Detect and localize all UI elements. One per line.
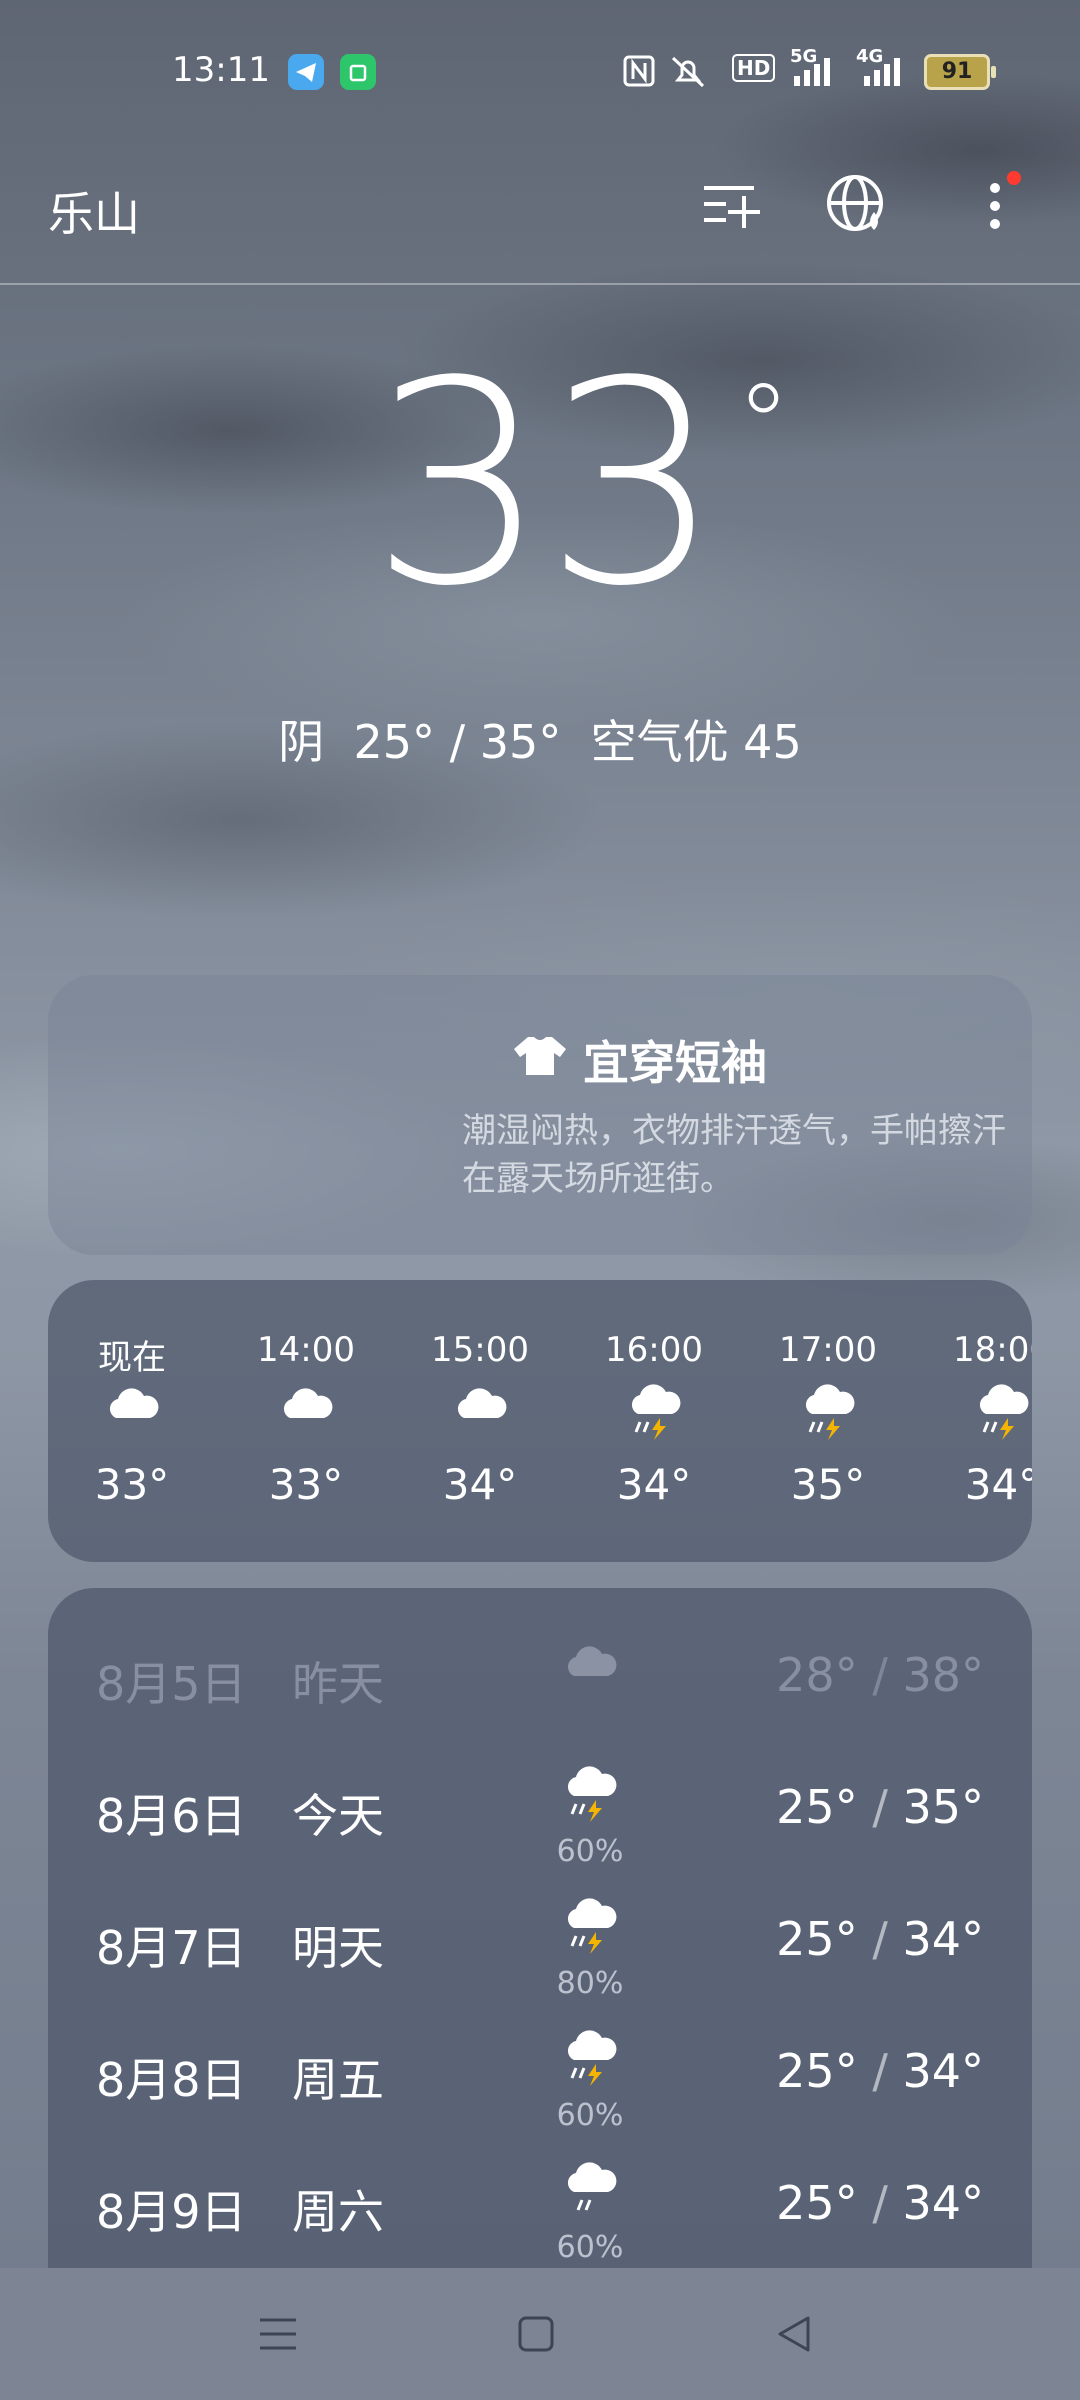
daily-temp-range: 25° / 34° <box>776 1912 984 1966</box>
daily-weekday: 周五 <box>292 2053 384 2107</box>
clothing-text-line1: 潮湿闷热，衣物排汗透气，手帕擦汗 <box>462 1111 1006 1151</box>
hourly-forecast[interactable]: 现在 33° 14:00 33° 15:00 34° 16:00 34° 17:… <box>48 1280 1032 1562</box>
hourly-temp: 33° <box>94 1460 170 1509</box>
thunderstorm-icon <box>567 1766 617 1822</box>
hourly-temp: 34° <box>964 1460 1032 1509</box>
cloud-icon <box>109 1388 159 1418</box>
clothing-card[interactable]: 宜穿短袖 潮湿闷热，衣物排汗透气，手帕擦汗 在露天场所逛街。 <box>48 975 1032 1255</box>
status-time: 13:11 <box>172 50 270 90</box>
rain-icon <box>567 2162 617 2211</box>
daily-low: 28° <box>776 1648 858 1702</box>
daily-temp-range: 25° / 35° <box>776 1780 984 1834</box>
daily-precip: 80% <box>556 1966 624 2001</box>
daily-date: 8月6日 <box>96 1789 247 1843</box>
daily-temp-range: 28° / 38° <box>776 1648 984 1702</box>
tshirt-icon <box>514 1037 566 1075</box>
hourly-temp: 34° <box>442 1460 518 1509</box>
signal-icon <box>794 58 830 86</box>
menu-icon[interactable] <box>256 2312 300 2356</box>
daily-row[interactable]: 8月9日 周六 60% 25° / 34° <box>48 2136 1032 2268</box>
hourly-temp: 34° <box>616 1460 692 1509</box>
cloud-icon <box>567 1646 617 1676</box>
nfc-icon <box>623 55 655 87</box>
mute-icon <box>671 56 705 88</box>
hourly-time: 17:00 <box>779 1330 877 1370</box>
daily-forecast[interactable]: 8月5日 昨天 28° / 38° 8月6日 今天 60% 25° / 35° … <box>48 1588 1032 2288</box>
daily-high: 34° <box>902 2176 984 2230</box>
daily-row[interactable]: 8月8日 周五 60% 25° / 34° <box>48 2004 1032 2136</box>
daily-precip: 60% <box>556 2098 624 2133</box>
daily-high: 35° <box>902 1780 984 1834</box>
weather-summary[interactable]: 阴 25° / 35° 空气优 45 <box>0 706 1080 772</box>
battery-indicator: 91 <box>924 54 996 90</box>
daily-high: 34° <box>902 2044 984 2098</box>
daily-high: 38° <box>902 1648 984 1702</box>
hourly-time: 16:00 <box>605 1330 703 1370</box>
cloud-icon <box>283 1388 333 1418</box>
daily-precip: 60% <box>556 1834 624 1869</box>
daily-low: 25° <box>776 2044 858 2098</box>
daily-temp-range: 25° / 34° <box>776 2176 984 2230</box>
clothing-title: 宜穿短袖 <box>583 1036 767 1090</box>
back-icon[interactable] <box>772 2312 816 2356</box>
daily-row[interactable]: 8月6日 今天 60% 25° / 35° <box>48 1740 1032 1872</box>
daily-temp-range: 25° / 34° <box>776 2044 984 2098</box>
daily-date: 8月8日 <box>96 2053 247 2107</box>
daily-precip: 60% <box>556 2230 624 2265</box>
daily-row[interactable]: 8月5日 昨天 28° / 38° <box>48 1608 1032 1740</box>
more-options-icon[interactable] <box>960 170 1030 240</box>
hourly-temp: 33° <box>268 1460 344 1509</box>
daily-low: 25° <box>776 2176 858 2230</box>
header-divider <box>0 283 1080 285</box>
daily-high: 34° <box>902 1912 984 1966</box>
city-manage-icon[interactable] <box>696 170 766 240</box>
degree-symbol: ° <box>736 360 791 488</box>
thunderstorm-icon <box>567 2030 617 2086</box>
daily-date: 8月9日 <box>96 2185 247 2239</box>
status-bar: 13:11 HD 5G 4G 91 <box>0 40 1080 104</box>
clothing-text-line2: 在露天场所逛街。 <box>462 1159 734 1199</box>
signal-icon-2 <box>864 58 900 86</box>
hourly-time: 14:00 <box>257 1330 355 1370</box>
thunderstorm-icon <box>979 1384 1029 1440</box>
city-name[interactable]: 乐山 <box>48 178 140 244</box>
hd-indicator: HD <box>732 54 776 82</box>
hourly-time: 15:00 <box>431 1330 529 1370</box>
top-bar: 乐山 <box>0 170 1080 280</box>
daily-date: 8月5日 <box>96 1657 247 1711</box>
daily-low: 25° <box>776 1780 858 1834</box>
daily-weekday: 明天 <box>292 1921 384 1975</box>
daily-date: 8月7日 <box>96 1921 247 1975</box>
hourly-temp: 35° <box>790 1460 866 1509</box>
home-icon[interactable] <box>514 2312 558 2356</box>
hourly-time: 18:00 <box>953 1330 1032 1370</box>
app-notification-icon <box>340 54 376 90</box>
current-temperature: 33 <box>370 322 722 648</box>
thunderstorm-icon <box>631 1384 681 1440</box>
global-weather-icon[interactable] <box>822 170 892 240</box>
thunderstorm-icon <box>805 1384 855 1440</box>
daily-weekday: 昨天 <box>292 1657 384 1711</box>
telegram-icon <box>288 54 324 90</box>
daily-weekday: 周六 <box>292 2185 384 2239</box>
daily-low: 25° <box>776 1912 858 1966</box>
clothing-description: 潮湿闷热，衣物排汗透气，手帕擦汗 在露天场所逛街。 <box>462 1107 1032 1203</box>
system-nav-bar <box>0 2268 1080 2400</box>
daily-weekday: 今天 <box>292 1789 384 1843</box>
cloud-icon <box>457 1388 507 1418</box>
daily-row[interactable]: 8月7日 明天 80% 25° / 34° <box>48 1872 1032 2004</box>
hourly-time: 现在 <box>98 1338 166 1378</box>
thunderstorm-icon <box>567 1898 617 1954</box>
